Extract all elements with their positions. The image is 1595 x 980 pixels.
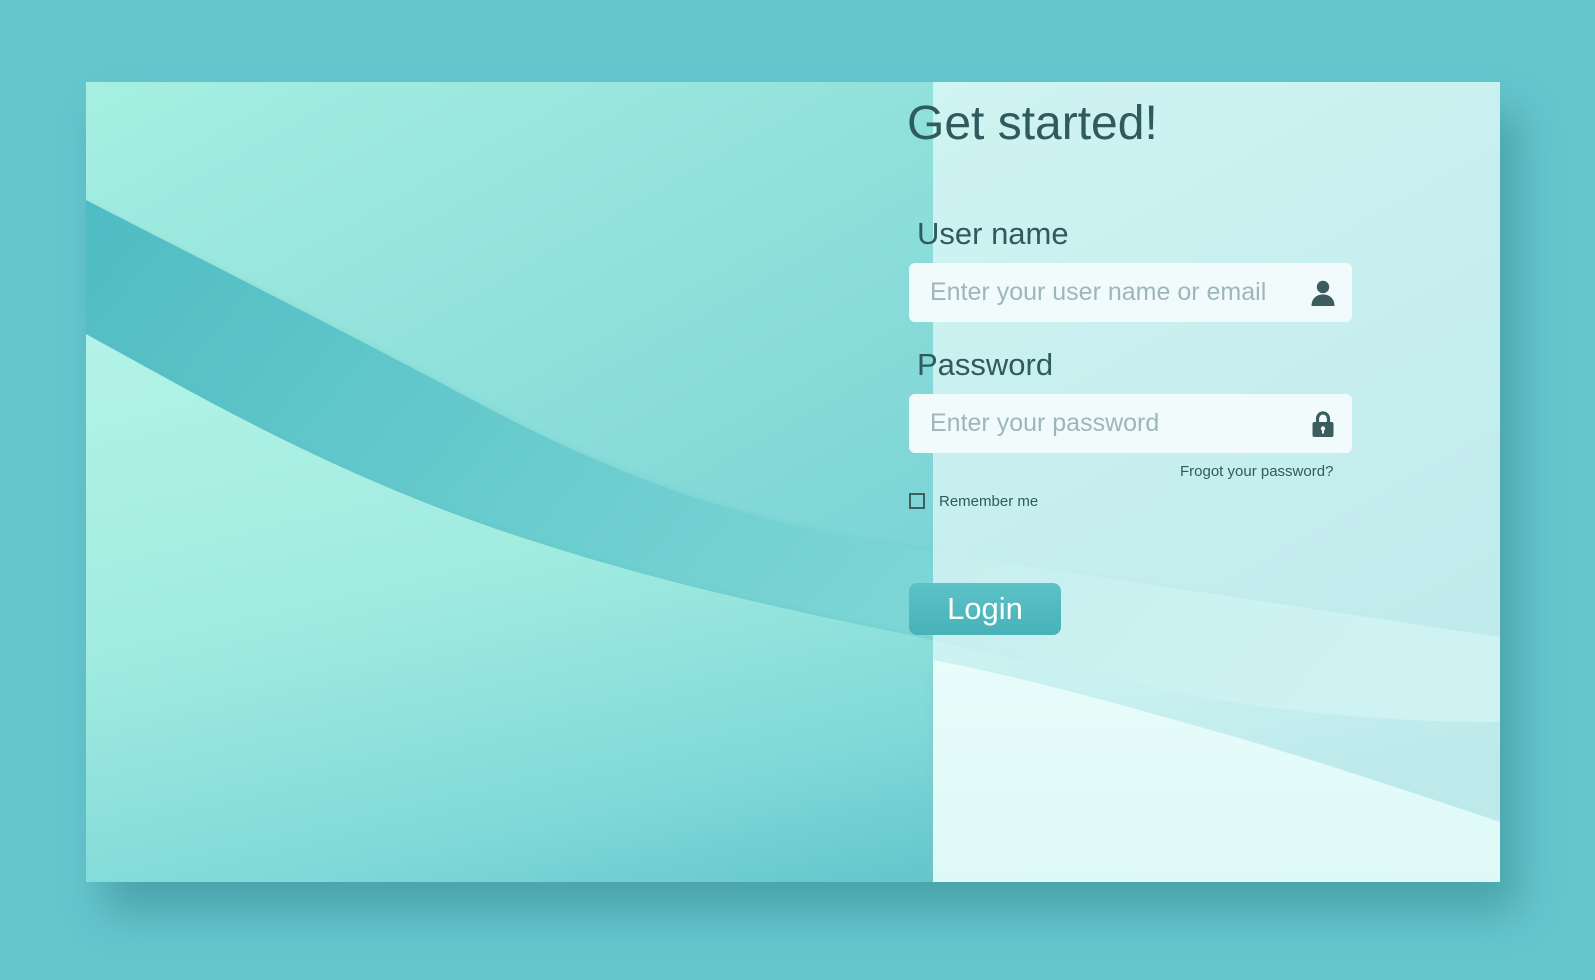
remember-me-checkbox[interactable] — [909, 493, 925, 509]
password-input[interactable] — [909, 394, 1289, 453]
password-field — [909, 394, 1352, 453]
username-field — [909, 263, 1352, 322]
login-button[interactable]: Login — [909, 583, 1061, 635]
page-title: Get started! — [907, 97, 1158, 150]
lock-icon — [1312, 411, 1334, 437]
remember-me-label: Remember me — [939, 492, 1039, 510]
password-label: Password — [917, 347, 1054, 382]
forgot-password-link[interactable]: Frogot your password? — [1180, 463, 1333, 480]
user-icon — [1311, 280, 1335, 306]
remember-me-row[interactable]: Remember me — [909, 490, 1038, 512]
login-card — [86, 82, 1500, 882]
form-panel — [933, 82, 1500, 882]
username-input[interactable] — [909, 263, 1289, 322]
username-label: User name — [917, 216, 1069, 251]
